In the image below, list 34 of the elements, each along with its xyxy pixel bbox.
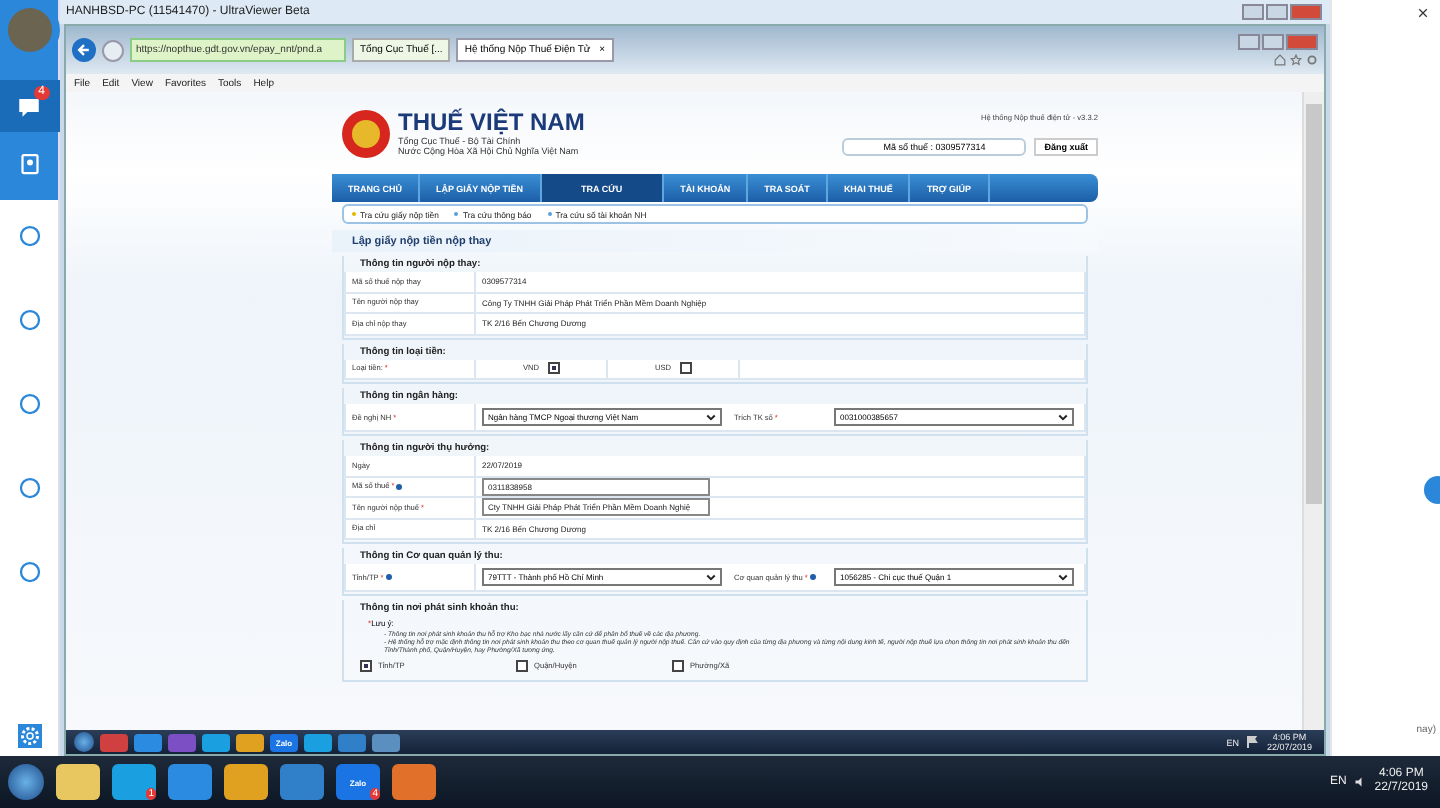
circle-icon[interactable] [17, 308, 41, 332]
contacts-icon[interactable] [17, 152, 41, 176]
info-dot-icon[interactable] [809, 574, 816, 580]
circle-icon[interactable] [17, 560, 41, 584]
caret-icon [706, 413, 716, 421]
checkbox[interactable] [516, 660, 528, 672]
info-dot-icon[interactable] [396, 483, 403, 490]
circle-icon[interactable] [17, 392, 41, 416]
start-button[interactable] [74, 732, 94, 752]
checkbox[interactable] [360, 660, 372, 672]
chat-bubble-icon [16, 93, 42, 119]
close-icon[interactable] [1418, 8, 1428, 18]
browser-window-controls[interactable] [1238, 34, 1318, 50]
caret-icon [706, 573, 716, 581]
circle-icon[interactable] [17, 224, 41, 248]
start-button[interactable] [8, 764, 44, 800]
info-dot-icon[interactable] [385, 574, 392, 580]
caret-icon [1058, 413, 1068, 421]
volume-icon[interactable] [1354, 776, 1367, 788]
home-icon[interactable] [1274, 54, 1286, 66]
caret-icon [1058, 573, 1068, 581]
checkbox[interactable] [672, 660, 684, 672]
back-button[interactable] [72, 38, 96, 62]
site-brand: THUẾ VIỆT NAM [398, 110, 585, 136]
checkbox[interactable] [547, 362, 560, 375]
star-icon[interactable] [1290, 54, 1302, 66]
forward-button[interactable] [102, 39, 124, 61]
scrollbar[interactable] [1302, 92, 1324, 730]
flag-icon[interactable] [1246, 736, 1259, 748]
back-arrow-icon [76, 42, 92, 58]
emblem-icon [342, 109, 390, 157]
checkbox[interactable] [679, 362, 692, 375]
circle-icon[interactable] [17, 476, 41, 500]
window-controls[interactable] [1242, 4, 1322, 20]
